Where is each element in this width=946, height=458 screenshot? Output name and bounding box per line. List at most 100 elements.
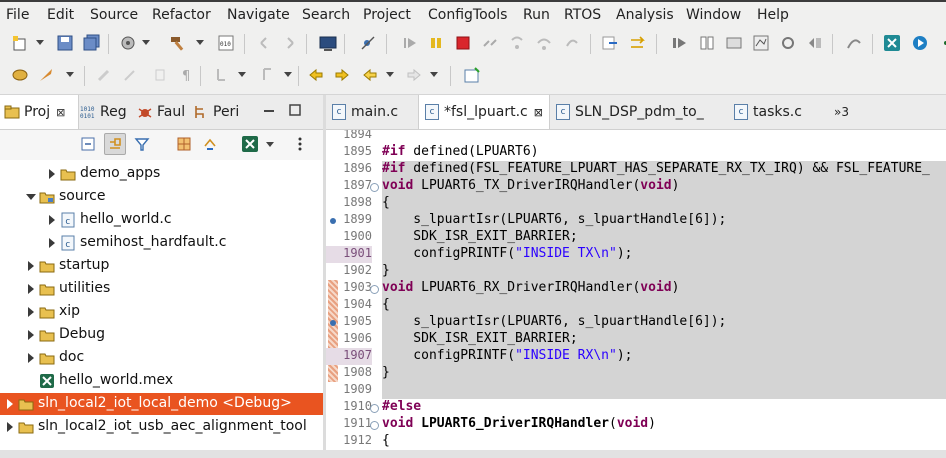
code-line[interactable]: void LPUART6_DriverIRQHandler(void) [382,416,656,433]
code-line[interactable]: void LPUART6_TX_DriverIRQHandler(void) [382,178,946,195]
tab-registers[interactable]: 1010 0101 Reg [80,95,127,129]
quick-launch-dropdown[interactable] [66,72,74,77]
menu-run[interactable]: Run [523,7,550,23]
code-line[interactable] [382,382,946,399]
fold-toggle-icon[interactable] [370,404,379,413]
fold-toggle-icon[interactable] [370,421,379,430]
binary-icon[interactable]: 010 [216,33,236,53]
code-line[interactable]: { [382,195,946,212]
code-line[interactable]: { [382,297,946,314]
fold-toggle-icon[interactable] [370,183,379,192]
sync-icon[interactable] [200,134,220,154]
view-menu-dropdown[interactable] [266,142,274,147]
menu-file[interactable]: File [6,7,29,23]
code-line[interactable]: #if defined(FSL_FEATURE_LPUART_HAS_SEPAR… [382,161,946,178]
registers-view-icon[interactable] [724,33,744,53]
resume-icon[interactable] [400,33,420,53]
code-line[interactable]: } [382,263,946,280]
menu-window[interactable]: Window [686,7,741,23]
chevron-right-icon[interactable] [49,169,55,179]
new-dropdown-arrow[interactable] [36,40,44,45]
open-task-icon[interactable] [462,65,482,85]
tab-main-c[interactable]: c main.c [332,95,398,129]
debug-run-icon[interactable] [670,33,690,53]
menu-navigate[interactable]: Navigate [227,7,290,23]
fold-toggle-icon[interactable] [370,285,379,294]
tree-item[interactable]: source [0,186,323,208]
tree-item[interactable]: xip [0,301,323,323]
back-icon[interactable] [360,65,380,85]
tab-tasks-c[interactable]: c tasks.c [734,95,802,129]
collapse-all-icon[interactable] [78,134,98,154]
terminate-icon[interactable] [453,33,473,53]
code-line[interactable]: void LPUART6_RX_DriverIRQHandler(void) [382,280,946,297]
chevron-down-icon[interactable] [26,194,36,200]
step-over-icon[interactable] [534,33,554,53]
back-dropdown[interactable] [386,72,394,77]
tab-project-explorer[interactable]: Proj ⊠ [0,95,79,129]
chevron-right-icon[interactable] [28,284,34,294]
chevron-right-icon[interactable] [28,261,34,271]
chevron-right-icon[interactable] [7,399,13,409]
step-return-icon[interactable] [562,33,582,53]
tree-item[interactable]: hello_world.mex [0,370,323,392]
chevron-right-icon[interactable] [28,330,34,340]
tree-item[interactable]: doc [0,347,323,369]
build-config-dropdown[interactable] [142,40,150,45]
instruction-stepping-icon[interactable] [600,33,620,53]
tree-item[interactable]: c hello_world.c [0,209,323,231]
menu-configtools[interactable]: ConfigTools [428,7,507,23]
drop-to-frame-icon[interactable] [627,33,647,53]
build-dropdown-arrow[interactable] [196,40,204,45]
menu-source[interactable]: Source [90,7,138,23]
skip-breakpoints-icon[interactable] [358,33,378,53]
tab-fsl-lpuart-c[interactable]: c *fsl_lpuart.c ⊠ [418,95,550,129]
open-perspective-icon[interactable] [10,65,30,85]
tree-item[interactable]: sln_local2_iot_local_demo <Debug> [0,393,323,415]
code-line[interactable]: { [382,433,390,450]
chevron-right-icon[interactable] [7,422,13,432]
menu-search[interactable]: Search [302,7,350,23]
config-tools-icon[interactable] [882,33,902,53]
tree-item[interactable]: Debug [0,324,323,346]
launch-icon[interactable] [910,33,930,53]
link-with-editor-icon[interactable] [104,133,126,155]
step-into-icon[interactable] [507,33,527,53]
tree-item[interactable]: utilities [0,278,323,300]
code-line[interactable]: #if defined(LPUART6) [382,144,539,161]
menu-edit[interactable]: Edit [47,7,74,23]
trace-icon[interactable] [751,33,771,53]
last-edit-location-icon[interactable] [306,65,326,85]
close-tab-icon[interactable]: ⊠ [56,106,65,119]
tree-item[interactable]: c semihost_hardfault.c [0,232,323,254]
code-line[interactable]: configPRINTF("INSIDE RX\n"); [382,348,946,365]
code-line[interactable]: s_lpuartIsr(LPUART6, s_lpuartHandle[6]); [382,314,946,331]
tree-item[interactable]: sln_local2_iot_usb_aec_alignment_tool [0,416,323,438]
code-area[interactable]: 1894 1895 #if defined(LPUART6) 1896 #if defi… [326,130,946,450]
code-line[interactable]: s_lpuartIsr(LPUART6, s_lpuartHandle[6]); [382,212,946,229]
chevron-right-icon[interactable] [28,307,34,317]
new-icon[interactable] [10,33,30,53]
more-toolbar-icon[interactable] [936,33,946,53]
memory-view-icon[interactable] [697,33,717,53]
filter-icon[interactable] [132,134,152,154]
menu-refactor[interactable]: Refactor [152,7,211,23]
terminal-icon[interactable] [318,33,338,53]
quick-launch-icon[interactable] [36,65,56,85]
code-line[interactable]: configPRINTF("INSIDE TX\n"); [382,246,946,263]
view-menu-icon[interactable] [290,134,310,154]
maximize-view-icon[interactable] [288,103,302,121]
menu-rtos[interactable]: RTOS [564,7,601,23]
chevron-right-icon[interactable] [28,353,34,363]
forward-edit-icon[interactable] [332,65,352,85]
code-line[interactable]: SDK_ISR_EXIT_BARRIER; [382,229,946,246]
tab-sln-dsp-pdm[interactable]: c SLN_DSP_pdm_to_ [556,95,704,129]
show-whitespace-icon[interactable]: ¶ [176,65,196,85]
grid-view-icon[interactable] [174,134,194,154]
menu-analysis[interactable]: Analysis [616,7,674,23]
build-config-icon[interactable] [118,33,138,53]
chevron-right-icon[interactable] [49,238,55,248]
forward-dropdown[interactable] [430,72,438,77]
code-line[interactable]: #else [382,399,421,416]
next-annotation-dropdown[interactable] [238,72,246,77]
